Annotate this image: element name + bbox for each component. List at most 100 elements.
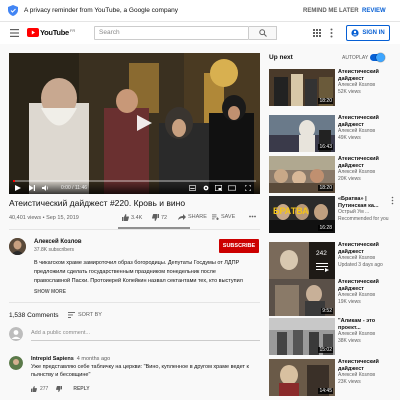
view-count: 20K views bbox=[338, 175, 361, 182]
video-thumbnail[interactable]: 15:02 bbox=[269, 318, 335, 355]
video-thumbnail[interactable]: 9:52 bbox=[269, 279, 335, 316]
video-thumbnail[interactable]: 16:43 bbox=[269, 115, 335, 152]
video-description: В чикагском храме замироточил образ бого… bbox=[34, 259, 260, 286]
video-duration: 14:45 bbox=[318, 388, 333, 394]
video-duration: 18:20 bbox=[318, 185, 333, 191]
up-next-video[interactable]: 14:45 Атеистический дайджест Алексей Коз… bbox=[269, 359, 394, 396]
playlist-count: 242 bbox=[316, 250, 327, 257]
updated-note: Updated 3 days ago bbox=[338, 261, 383, 268]
video-title: Атеистический дайджест bbox=[338, 359, 379, 372]
theater-mode-icon[interactable] bbox=[228, 185, 236, 191]
review-button[interactable]: REVIEW bbox=[362, 8, 386, 14]
video-thumbnail[interactable]: 18:20 bbox=[269, 156, 335, 193]
subscribe-button[interactable]: SUBSCRIBE bbox=[219, 239, 259, 253]
video-duration: 16:43 bbox=[318, 144, 333, 150]
up-next-playlist[interactable]: 242 Атеистический дайджест Алексей Козло… bbox=[269, 242, 394, 279]
like-button[interactable]: 3.4K bbox=[122, 214, 142, 221]
sign-in-button[interactable]: SIGN IN bbox=[346, 25, 390, 41]
subscriber-count: 37.8K subscribers bbox=[34, 247, 75, 253]
show-more-button[interactable]: SHOW MORE bbox=[34, 289, 66, 295]
thumbs-up-icon bbox=[122, 214, 129, 221]
progress-bar[interactable] bbox=[13, 180, 256, 182]
video-duration: 9:52 bbox=[321, 308, 333, 314]
settings-dots-icon[interactable] bbox=[330, 28, 333, 38]
comment-dislike-icon[interactable] bbox=[56, 386, 63, 392]
thumbs-down-icon bbox=[152, 214, 159, 221]
video-player[interactable]: 0:00 / 11:46 bbox=[9, 53, 260, 194]
video-menu-icon[interactable] bbox=[391, 196, 394, 205]
thumbnail-image bbox=[269, 242, 335, 279]
channel-name[interactable]: Алексей Козлов bbox=[34, 239, 82, 245]
channel-avatar-image bbox=[9, 238, 26, 255]
autoplay-toggle[interactable] bbox=[370, 53, 385, 62]
youtube-logo[interactable]: YouTube FR bbox=[27, 28, 75, 37]
view-count: 49K views bbox=[338, 134, 361, 141]
playlist-thumbnail[interactable]: 242 bbox=[269, 242, 335, 279]
youtube-play-logo-icon bbox=[27, 28, 39, 37]
search-input[interactable]: Search bbox=[94, 26, 249, 40]
video-title: Атеистический дайджест bbox=[338, 115, 379, 128]
description-line: В чикагском храме замироточил образ бого… bbox=[34, 260, 240, 266]
save-label: SAVE bbox=[221, 214, 236, 220]
region-code: FR bbox=[69, 27, 76, 33]
share-arrow-icon bbox=[178, 214, 186, 220]
share-label: SHARE bbox=[188, 214, 207, 220]
video-thumbnail[interactable]: БРАТВА 16:28 bbox=[269, 196, 335, 233]
apps-grid-icon[interactable] bbox=[313, 29, 321, 37]
video-title: Атеистический дайджест bbox=[338, 69, 379, 82]
next-icon[interactable] bbox=[29, 185, 35, 191]
up-next-video[interactable]: 18:20 Атеистический дайджест Алексей Коз… bbox=[269, 156, 394, 193]
volume-icon[interactable] bbox=[42, 185, 49, 191]
channel-avatar[interactable] bbox=[9, 238, 26, 255]
video-thumbnail[interactable]: 18:20 bbox=[269, 69, 335, 106]
playlist-add-icon bbox=[212, 214, 219, 220]
autoplay-label: AUTOPLAY bbox=[342, 55, 369, 61]
add-comment-input[interactable]: Add a public comment... bbox=[31, 330, 90, 336]
playlist-title: Атеистический дайджест bbox=[338, 242, 379, 255]
video-duration: 16:28 bbox=[318, 225, 333, 231]
sort-by-label: SORT BY bbox=[78, 312, 102, 318]
video-title: Атеистический дайджест bbox=[338, 156, 379, 169]
more-actions-icon[interactable] bbox=[249, 215, 256, 218]
comment-like-icon[interactable] bbox=[31, 386, 37, 392]
fullscreen-icon[interactable] bbox=[245, 185, 251, 191]
play-icon[interactable] bbox=[15, 185, 21, 191]
comment-time: 4 months ago bbox=[76, 356, 111, 362]
remind-later-button[interactable]: REMIND ME LATER bbox=[303, 8, 359, 14]
player-controls: 0:00 / 11:46 bbox=[9, 180, 260, 194]
view-count: 38K views bbox=[338, 337, 361, 344]
up-next-video[interactable]: 15:02 "Аликам - это проект... Алексей Ко… bbox=[269, 318, 394, 355]
commenter-avatar[interactable] bbox=[9, 356, 23, 370]
miniplayer-icon[interactable] bbox=[215, 185, 222, 191]
privacy-banner: A privacy reminder from YouTube, a Googl… bbox=[0, 0, 400, 22]
dislike-count: 72 bbox=[161, 214, 168, 221]
banner-text: A privacy reminder from YouTube, a Googl… bbox=[24, 7, 179, 14]
subtitles-icon[interactable] bbox=[189, 185, 196, 191]
youtube-wordmark: YouTube bbox=[40, 28, 69, 37]
up-next-video[interactable]: БРАТВА 16:28 «Братва» | Путинская ка... … bbox=[269, 196, 394, 233]
up-next-video[interactable]: 18:20 Атеистический дайджест Алексей Коз… bbox=[269, 69, 394, 106]
up-next-video[interactable]: 9:52 Атеистический дайджест Алексей Козл… bbox=[269, 279, 394, 316]
description-line: православной Пасхи. Протоиерей Копейкин … bbox=[34, 278, 243, 284]
dislike-button[interactable]: 72 bbox=[152, 214, 167, 221]
video-thumbnail[interactable]: 14:45 bbox=[269, 359, 335, 396]
video-frame-image bbox=[9, 53, 260, 194]
video-title: Атеистический дайджест #220. Кровь и вин… bbox=[9, 198, 186, 208]
video-duration: 15:02 bbox=[318, 347, 333, 353]
video-title: "Аликам - это проект... bbox=[338, 318, 376, 331]
comment-count: 1,538 Comments bbox=[9, 312, 59, 319]
up-next-video[interactable]: 16:43 Атеистический дайджест Алексей Коз… bbox=[269, 115, 394, 152]
sort-by-button[interactable]: SORT BY bbox=[68, 312, 102, 318]
save-button[interactable]: SAVE bbox=[212, 214, 235, 220]
settings-gear-icon[interactable] bbox=[203, 185, 209, 191]
description-line: предложили сделать государственным празд… bbox=[34, 269, 216, 275]
like-count: 3.4K bbox=[131, 214, 143, 221]
menu-icon[interactable] bbox=[10, 29, 19, 37]
share-button[interactable]: SHARE bbox=[178, 214, 207, 220]
reply-button[interactable]: REPLY bbox=[73, 386, 89, 392]
comment-author[interactable]: Intrepid Sapiens bbox=[31, 356, 74, 362]
search-button[interactable] bbox=[249, 26, 277, 40]
view-count: 23K views bbox=[338, 378, 361, 385]
view-count: 52K views bbox=[338, 88, 361, 95]
comment-input-underline bbox=[31, 340, 260, 341]
